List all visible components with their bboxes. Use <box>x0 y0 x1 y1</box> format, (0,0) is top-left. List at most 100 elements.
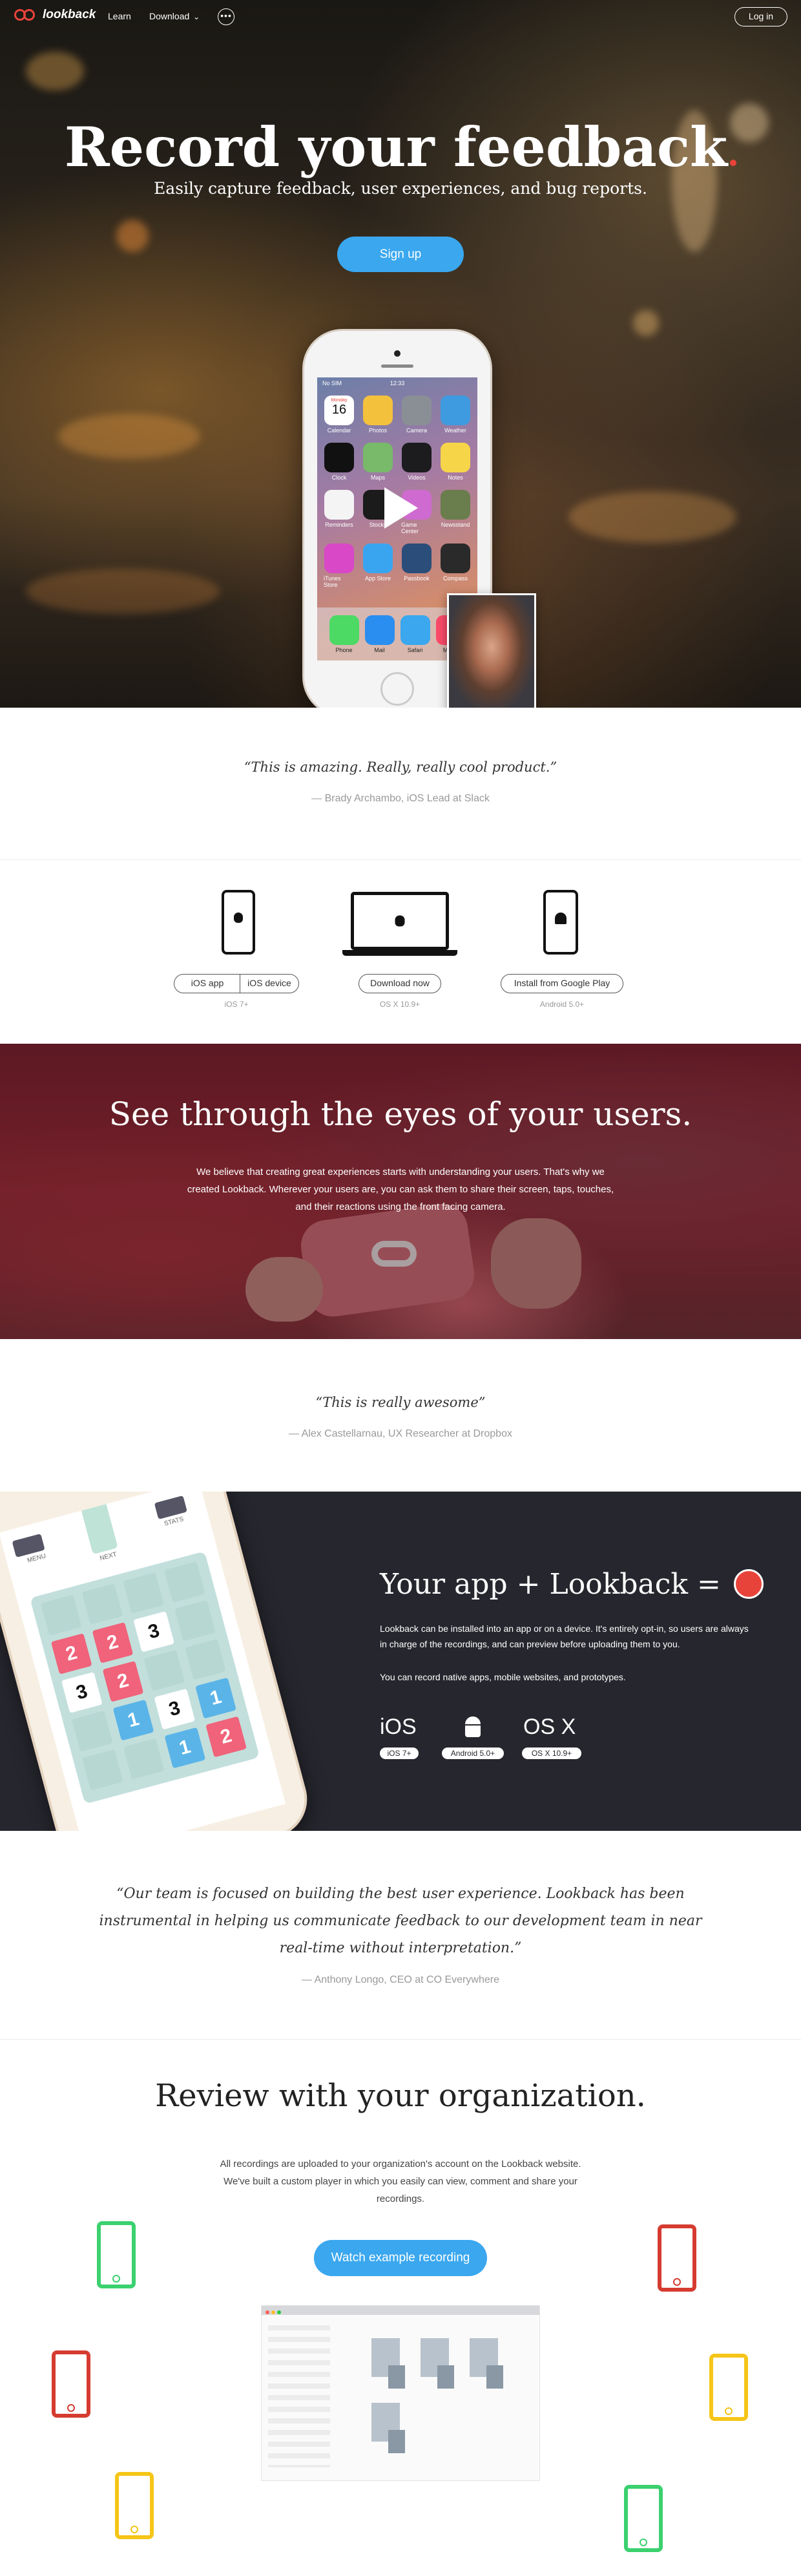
osx-platform-label: OS X <box>523 1715 576 1739</box>
board-tile[interactable] <box>82 1749 123 1791</box>
board-tile[interactable]: 3 <box>133 1611 175 1652</box>
app-label: Videos <box>408 474 426 481</box>
ios-device-button[interactable]: iOS device <box>240 974 299 993</box>
app-label: Mail <box>374 646 385 653</box>
hero-section: lookback Learn Download ⌄ ••• Log in Rec… <box>0 0 801 708</box>
nav-download-link[interactable]: Download ⌄ <box>149 11 200 21</box>
player-screenshot <box>261 2305 540 2481</box>
app-icon[interactable]: Newsstand <box>440 490 471 534</box>
play-icon[interactable] <box>384 487 418 529</box>
board-tile[interactable] <box>143 1649 185 1691</box>
next-tile <box>81 1504 118 1555</box>
app-icon[interactable]: Weather <box>440 396 471 434</box>
app-section-title: Your app + Lookback = <box>380 1568 764 1601</box>
testimonial-cite: — Alex Castellarnau, UX Researcher at Dr… <box>289 1428 512 1439</box>
board-tile[interactable] <box>174 1599 216 1642</box>
board-tile[interactable]: 2 <box>50 1633 92 1674</box>
apple-icon <box>395 915 405 927</box>
top-nav: lookback Learn Download ⌄ ••• Log in <box>0 0 801 34</box>
app-label: Safari <box>407 646 423 653</box>
app-label: Passbook <box>404 575 430 582</box>
app-icon[interactable]: Videos <box>401 443 432 481</box>
logo-mark-icon <box>14 9 37 21</box>
board-tile[interactable]: 2 <box>205 1716 247 1758</box>
app-icon[interactable]: Camera <box>401 396 432 434</box>
app-icon[interactable]: Compass <box>440 544 471 588</box>
app-icon[interactable]: iTunes Store <box>324 544 355 588</box>
dock-app-icon[interactable]: Phone <box>329 615 359 653</box>
app-tile <box>402 396 432 425</box>
app-tile <box>363 544 393 573</box>
google-play-button[interactable]: Install from Google Play <box>501 974 623 993</box>
board-tile[interactable]: 1 <box>164 1727 206 1769</box>
dock-app-icon[interactable]: Safari <box>400 615 430 653</box>
board-tile[interactable]: 2 <box>102 1660 144 1702</box>
android-icon <box>555 913 567 925</box>
sidebar-list <box>268 2325 330 2467</box>
board-tile[interactable] <box>40 1594 82 1636</box>
app-icon[interactable]: Reminders <box>324 490 355 534</box>
board-tile[interactable]: 2 <box>92 1622 134 1663</box>
app-label: Camera <box>406 427 427 434</box>
app-tile <box>441 544 470 573</box>
app-tile <box>441 396 470 425</box>
app-tile <box>364 615 395 645</box>
app-tile: Monday 16 <box>324 396 354 425</box>
hero-subtitle: Easily capture feedback, user experience… <box>154 179 647 198</box>
download-now-button[interactable]: Download now <box>359 974 441 993</box>
signup-button[interactable]: Sign up <box>337 237 464 272</box>
nav-learn-link[interactable]: Learn <box>108 11 131 21</box>
bokeh-light <box>26 569 220 614</box>
app-label: App Store <box>364 575 391 582</box>
board-tile[interactable] <box>185 1638 226 1680</box>
board-tile[interactable] <box>164 1561 205 1603</box>
floating-phone-icon <box>624 2485 663 2552</box>
tilted-phone-mockup: MENU NEXT STATS 2233213112 <box>0 1492 316 1831</box>
logo[interactable]: lookback <box>14 8 96 22</box>
android-version-badge: Android 5.0+ <box>442 1747 504 1759</box>
app-icon[interactable]: Clock <box>324 443 355 481</box>
app-icon[interactable]: Photos <box>362 396 393 434</box>
app-tile <box>402 544 432 573</box>
app-label: Newsstand <box>441 522 470 528</box>
ios-app-button[interactable]: iOS app <box>174 974 241 993</box>
board-tile[interactable] <box>81 1583 123 1625</box>
face-camera-thumbnail <box>447 593 536 708</box>
testimonial-cite: — Brady Archambo, iOS Lead at Slack <box>311 793 490 804</box>
android-device-icon <box>543 890 578 955</box>
app-tile <box>324 443 354 472</box>
review-body: All recordings are uploaded to your orga… <box>220 2159 581 2204</box>
more-menu-button[interactable]: ••• <box>218 8 234 25</box>
user-face-image <box>449 595 534 708</box>
app-icon[interactable]: App Store <box>362 544 393 588</box>
app-icon[interactable]: Maps <box>362 443 393 481</box>
board-tile[interactable]: 1 <box>112 1699 154 1741</box>
recording-thumb-face <box>437 2365 454 2389</box>
board-tile[interactable] <box>71 1710 113 1752</box>
app-label: iTunes Store <box>324 575 341 588</box>
watch-recording-button[interactable]: Watch example recording <box>314 2240 487 2276</box>
login-button[interactable]: Log in <box>734 7 787 26</box>
app-tile <box>329 615 359 645</box>
nav-download-label: Download <box>149 11 190 21</box>
mac-laptop-icon <box>351 892 449 950</box>
app-icon[interactable]: Monday 16 Calendar <box>324 396 355 434</box>
board-tile[interactable] <box>123 1572 165 1614</box>
app-label: Maps <box>370 474 385 481</box>
app-label: Clock <box>331 474 347 481</box>
app-icon[interactable]: Notes <box>440 443 471 481</box>
app-label: Photos <box>368 427 388 434</box>
board-tile[interactable]: 3 <box>61 1672 103 1713</box>
board-tile[interactable]: 3 <box>154 1688 196 1730</box>
floating-phone-icon <box>97 2221 136 2288</box>
board-tile[interactable] <box>123 1738 165 1780</box>
game-screen: MENU NEXT STATS 2233213112 <box>0 1492 286 1831</box>
see-through-section: See through the eyes of your users. We b… <box>0 1044 801 1339</box>
android-icon <box>463 1716 483 1738</box>
recording-thumb-face <box>388 2365 405 2389</box>
board-tile[interactable]: 1 <box>195 1677 236 1719</box>
laptop-base <box>342 950 457 956</box>
speaker-grille <box>381 364 413 368</box>
dock-app-icon[interactable]: Mail <box>364 615 395 653</box>
app-icon[interactable]: Passbook <box>401 544 432 588</box>
